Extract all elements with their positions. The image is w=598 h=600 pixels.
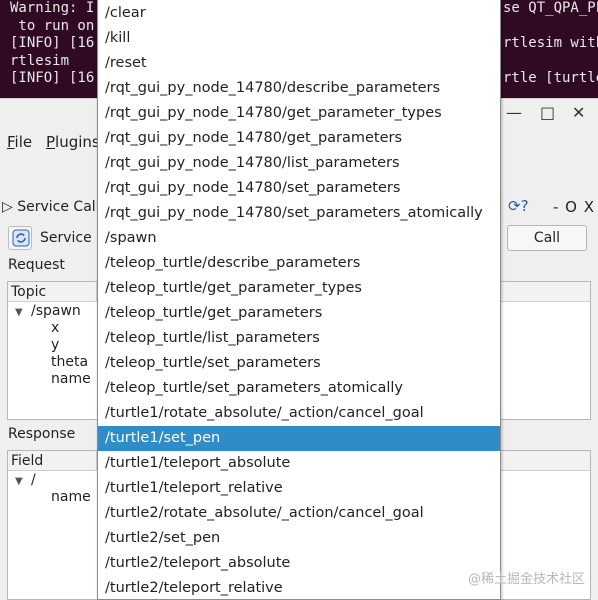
service-option[interactable]: /spawn [98, 226, 500, 251]
call-button[interactable]: Call [507, 225, 587, 251]
expand-arrow-icon[interactable]: ▼ [15, 476, 23, 487]
service-option[interactable]: /rqt_gui_py_node_14780/get_parameter_typ… [98, 101, 500, 126]
topic-column-header[interactable]: Topic [11, 284, 46, 300]
plugin-icons: ⟳? [508, 197, 529, 215]
plugin-window-controls[interactable]: - O X [553, 198, 595, 216]
service-option[interactable]: /reset [98, 51, 500, 76]
service-option[interactable]: /clear [98, 1, 500, 26]
service-option[interactable]: /teleop_turtle/set_parameters_atomically [98, 376, 500, 401]
request-label: Request [8, 257, 65, 273]
service-option[interactable]: /rqt_gui_py_node_14780/describe_paramete… [98, 76, 500, 101]
field-column-header[interactable]: Field [11, 453, 43, 469]
service-option[interactable]: /kill [98, 26, 500, 51]
tree-node-field[interactable]: name [51, 371, 91, 387]
service-option[interactable]: /teleop_turtle/get_parameter_types [98, 276, 500, 301]
service-option[interactable]: /turtle2/set_pen [98, 526, 500, 551]
service-option[interactable]: /teleop_turtle/set_parameters [98, 351, 500, 376]
service-option[interactable]: /turtle1/teleport_relative [98, 476, 500, 501]
service-option[interactable]: /turtle1/rotate_absolute/_action/cancel_… [98, 401, 500, 426]
service-option[interactable]: /rqt_gui_py_node_14780/set_parameters_at… [98, 201, 500, 226]
close-button[interactable]: ✕ [572, 103, 585, 122]
service-option[interactable]: /turtle1/set_pen [98, 426, 500, 451]
service-option[interactable]: /teleop_turtle/list_parameters [98, 326, 500, 351]
maximize-button[interactable]: □ [540, 103, 555, 122]
menu-plugins[interactable]: Plugins [46, 133, 100, 151]
minimize-button[interactable]: — [506, 103, 522, 122]
service-option[interactable]: /teleop_turtle/get_parameters [98, 301, 500, 326]
response-label: Response [8, 426, 76, 442]
tree-node-field[interactable]: name [51, 489, 91, 505]
tree-node-field[interactable]: theta [51, 354, 88, 370]
tree-node-field[interactable]: y [51, 337, 59, 353]
service-label: Service [40, 230, 92, 246]
service-option[interactable]: /rqt_gui_py_node_14780/get_parameters [98, 126, 500, 151]
service-option[interactable]: /turtle2/rotate_absolute/_action/cancel_… [98, 501, 500, 526]
menu-file[interactable]: File [7, 133, 32, 151]
refresh-services-button[interactable] [8, 226, 32, 250]
plugin-title: ▷ Service Calle [2, 199, 109, 215]
refresh-icon [12, 229, 30, 247]
service-option[interactable]: /turtle1/teleport_absolute [98, 451, 500, 476]
tree-node-root[interactable]: /spawn [31, 303, 81, 319]
service-dropdown-list[interactable]: /clear/kill/reset/rqt_gui_py_node_14780/… [97, 0, 501, 600]
tree-node-root[interactable]: / [31, 472, 36, 488]
reload-icon[interactable]: ⟳ [508, 197, 521, 215]
service-option[interactable]: /teleop_turtle/describe_parameters [98, 251, 500, 276]
service-option[interactable]: /turtle2/teleport_relative [98, 576, 500, 599]
watermark: @稀土掘金技术社区 [468, 572, 586, 587]
expand-arrow-icon[interactable]: ▼ [15, 307, 23, 318]
service-option[interactable]: /turtle2/teleport_absolute [98, 551, 500, 576]
help-icon[interactable]: ? [521, 197, 529, 215]
service-option[interactable]: /rqt_gui_py_node_14780/list_parameters [98, 151, 500, 176]
tree-node-field[interactable]: x [51, 320, 59, 336]
service-option[interactable]: /rqt_gui_py_node_14780/set_parameters [98, 176, 500, 201]
